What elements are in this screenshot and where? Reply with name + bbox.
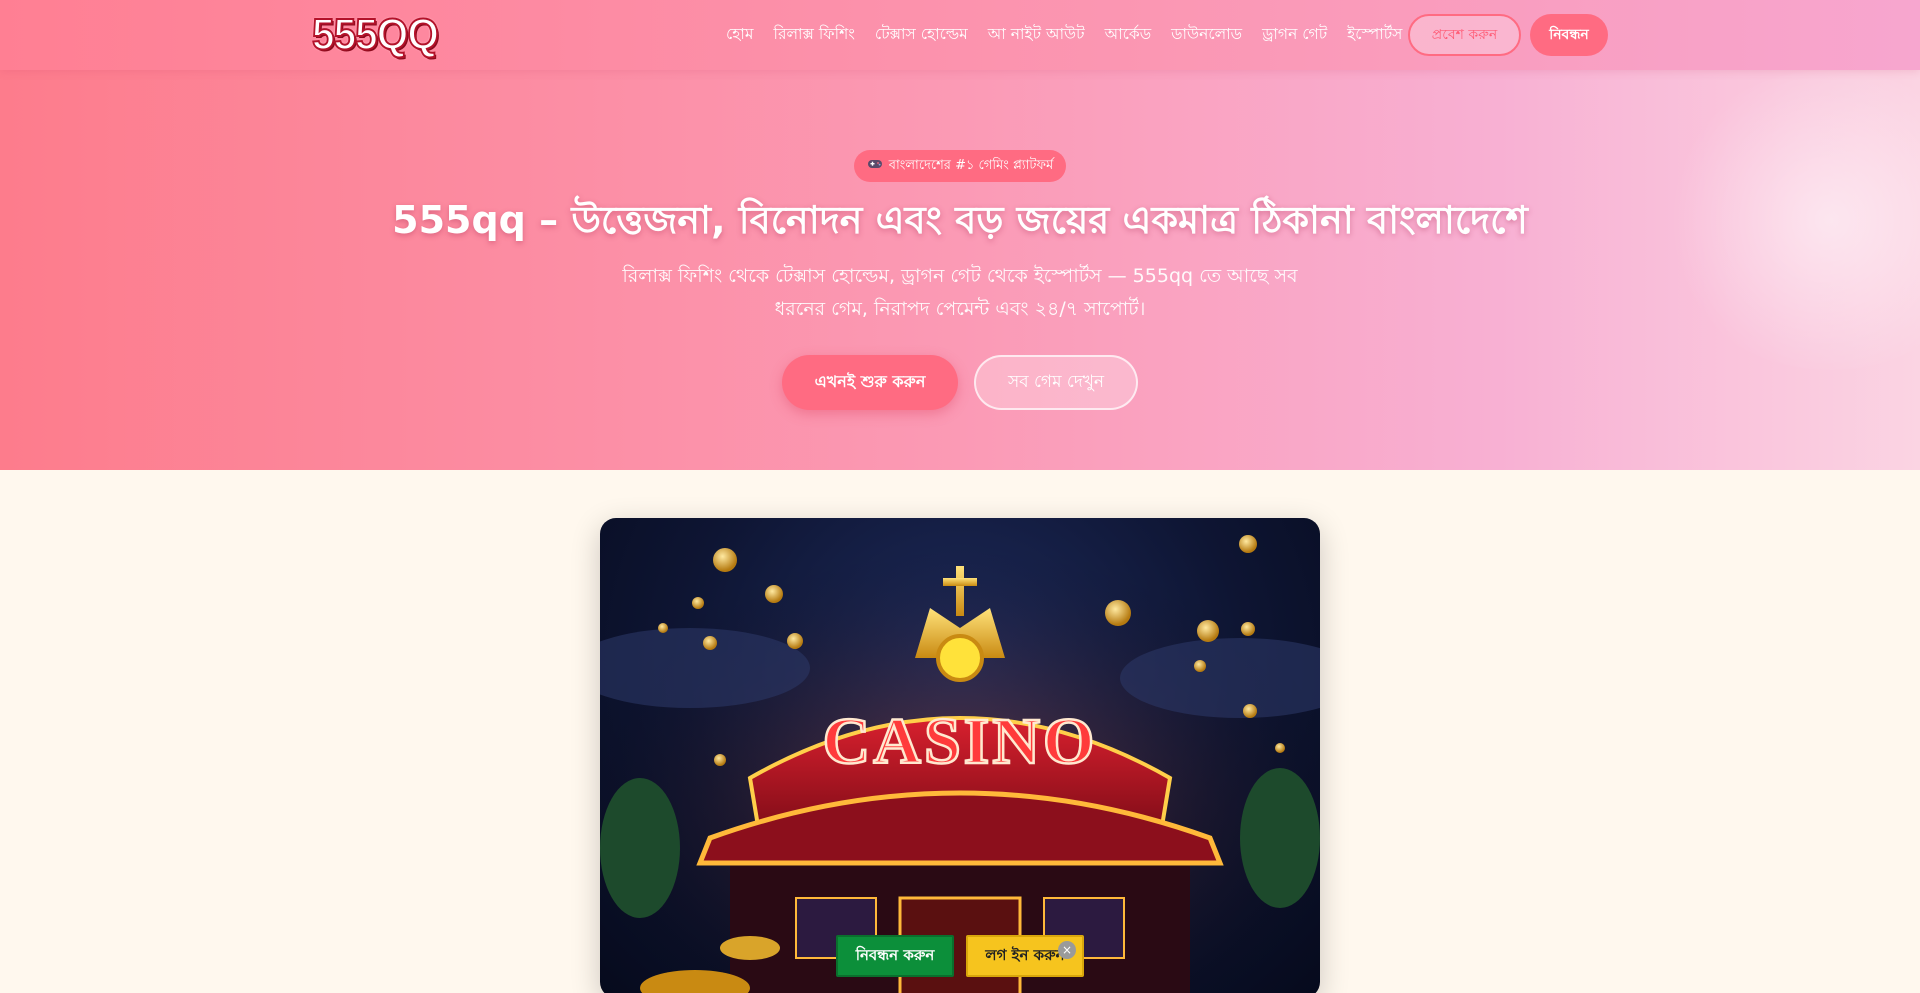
nav-item-texas-holdem[interactable]: টেক্সাস হোল্ডেম	[875, 22, 968, 48]
casino-illustration: CASINO	[600, 518, 1320, 993]
hero-subtitle: রিলাক্স ফিশিং থেকে টেক্সাস হোল্ডেম, ড্রা…	[622, 265, 1298, 320]
sticky-register-button[interactable]: নিবন্ধন করুন	[836, 935, 954, 977]
start-now-button[interactable]: এখনই শুরু করুন	[782, 355, 958, 410]
nav-item-arcade[interactable]: আর্কেড	[1105, 22, 1152, 48]
nav-item-home[interactable]: হোম	[726, 22, 754, 48]
casino-sign-text: CASINO	[823, 705, 1098, 778]
hero-badge: বাংলাদেশের #১ গেমিং প্ল্যাটফর্ম	[854, 150, 1066, 182]
main-nav: হোম রিলাক্স ফিশিং টেক্সাস হোল্ডেম আ নাইট…	[726, 22, 1402, 48]
register-button[interactable]: নিবন্ধন	[1530, 14, 1608, 56]
view-all-games-button[interactable]: সব গেম দেখুন	[974, 355, 1138, 410]
hero-title: 555qq – উত্তেজনা, বিনোদন এবং বড় জয়ের এ…	[392, 198, 1528, 242]
site-header: 555QQ হোম রিলাক্স ফিশিং টেক্সাস হোল্ডেম …	[0, 0, 1920, 70]
close-icon[interactable]: ×	[1058, 941, 1076, 959]
nav-item-download[interactable]: ডাউনলোড	[1171, 22, 1242, 48]
nav-item-dragon-gate[interactable]: ড্রাগন গেট	[1262, 22, 1327, 48]
game-controller-icon	[867, 158, 883, 174]
nav-item-esports[interactable]: ইস্পোর্টস	[1347, 22, 1402, 48]
login-button[interactable]: প্রবেশ করুন	[1408, 14, 1521, 56]
nav-item-a-night-out[interactable]: আ নাইট আউট	[988, 22, 1085, 48]
hero-badge-text: বাংলাদেশের #১ গেমিং প্ল্যাটফর্ম	[888, 157, 1054, 173]
casino-hero-image: CASINO	[600, 518, 1320, 993]
hero-section: বাংলাদেশের #১ গেমিং প্ল্যাটফর্ম 555qq – …	[0, 70, 1920, 470]
nav-item-relax-fishing[interactable]: রিলাক্স ফিশিং	[774, 22, 855, 48]
site-logo[interactable]: 555QQ	[311, 11, 440, 59]
